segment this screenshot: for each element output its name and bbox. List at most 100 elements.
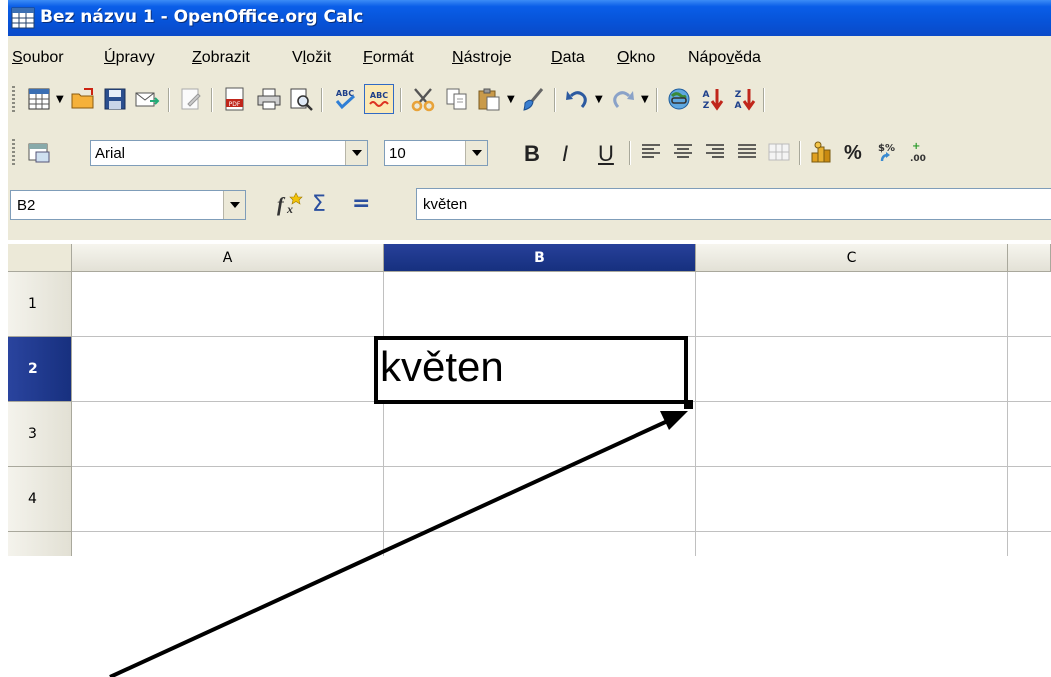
calc-window: Bez názvu 1 - OpenOffice.org Calc Soubor… (8, 0, 1051, 556)
row-header-2[interactable]: 2 (8, 337, 72, 402)
spellcheck-icon[interactable]: ABC (330, 84, 360, 114)
svg-text:ABC: ABC (370, 91, 388, 100)
italic-button[interactable]: I (562, 141, 568, 167)
menu-vlozit[interactable]: Vložit (292, 49, 331, 67)
window-title: Bez názvu 1 - OpenOffice.org Calc (40, 7, 364, 27)
undo-icon[interactable] (562, 84, 592, 114)
styles-formatting-icon[interactable] (24, 137, 54, 167)
menu-data[interactable]: Data (551, 49, 585, 67)
clone-formatting-icon[interactable] (518, 84, 548, 114)
autofill-handle[interactable] (684, 400, 693, 409)
name-box-dropdown-arrow[interactable] (223, 191, 245, 219)
row-header-4[interactable]: 4 (8, 467, 72, 532)
toolbar-separator (400, 88, 402, 112)
copy-icon[interactable] (442, 84, 472, 114)
email-icon[interactable] (132, 84, 162, 114)
new-document-icon[interactable] (24, 84, 54, 114)
svg-text:A: A (735, 101, 742, 111)
grid-line (1007, 272, 1008, 556)
new-dropdown-arrow[interactable]: ▼ (56, 94, 64, 105)
menu-bar: Soubor Úpravy Zobrazit Vložit Formát Nás… (8, 36, 1051, 74)
menu-napoveda[interactable]: Nápověda (688, 49, 761, 67)
justify-icon[interactable] (732, 137, 762, 167)
menu-okno[interactable]: Okno (617, 49, 655, 67)
toolbar-grip[interactable] (12, 139, 15, 165)
open-folder-icon[interactable] (68, 84, 98, 114)
sort-descending-icon[interactable]: ZA (730, 84, 760, 114)
row-number: 1 (28, 296, 37, 312)
edit-file-icon[interactable] (176, 84, 206, 114)
undo-dropdown-arrow[interactable]: ▼ (595, 94, 603, 105)
title-bar[interactable]: Bez názvu 1 - OpenOffice.org Calc (8, 0, 1051, 36)
print-icon[interactable] (254, 84, 284, 114)
redo-dropdown-arrow[interactable]: ▼ (641, 94, 649, 105)
svg-text:PDF: PDF (229, 101, 241, 108)
toolbar-separator (321, 88, 323, 112)
bold-button[interactable]: B (524, 141, 540, 167)
row-header-1[interactable]: 1 (8, 272, 72, 337)
cut-icon[interactable] (408, 84, 438, 114)
menu-nastroje[interactable]: Nástroje (452, 49, 512, 67)
active-cell-b2[interactable]: květen (374, 336, 688, 404)
sum-button[interactable]: Σ (312, 192, 326, 217)
cell-reference: B2 (17, 197, 36, 214)
formula-bar: B2 fx Σ = květen (8, 182, 1051, 240)
row-number: 3 (28, 426, 37, 442)
function-wizard-icon[interactable]: fx (274, 189, 304, 219)
row-number: 2 (28, 361, 38, 377)
align-left-icon[interactable] (636, 137, 666, 167)
toolbar-separator (656, 88, 658, 112)
column-header-d[interactable] (1008, 244, 1051, 272)
standard-toolbar: ▼ PDF ABC ABC ▼ ▼ ▼ A Z Z A (8, 76, 1051, 122)
underline-button[interactable]: U (598, 141, 614, 167)
toolbar-separator (168, 88, 170, 112)
font-name-dropdown-arrow[interactable] (345, 141, 367, 165)
redo-icon[interactable] (608, 84, 638, 114)
menu-soubor[interactable]: Soubor (12, 49, 64, 67)
svg-text:A: A (703, 90, 710, 100)
save-icon[interactable] (100, 84, 130, 114)
row-header-5[interactable] (8, 532, 72, 556)
percent-format-button[interactable]: % (844, 142, 862, 165)
select-all-corner[interactable] (8, 244, 72, 272)
cell-b2-value: květen (380, 343, 504, 390)
paste-icon[interactable] (474, 84, 504, 114)
merge-cells-icon[interactable] (764, 137, 794, 167)
svg-text:+: + (912, 141, 920, 152)
align-right-icon[interactable] (700, 137, 730, 167)
formatting-toolbar: Arial 10 B I U % $% + .00 (8, 129, 1051, 175)
add-decimal-place-icon[interactable]: + .00 (904, 137, 934, 167)
column-header-b[interactable]: B (384, 244, 696, 272)
font-size-combo[interactable]: 10 (384, 140, 488, 166)
paste-dropdown-arrow[interactable]: ▼ (507, 94, 515, 105)
formula-content: květen (423, 196, 468, 213)
autospellcheck-icon[interactable]: ABC (364, 84, 394, 114)
column-header-a[interactable]: A (72, 244, 384, 272)
toolbar-separator (629, 141, 631, 165)
align-center-icon[interactable] (668, 137, 698, 167)
toolbar-separator (554, 88, 556, 112)
menu-zobrazit[interactable]: Zobrazit (192, 49, 250, 67)
svg-text:Z: Z (735, 90, 742, 100)
font-size-dropdown-arrow[interactable] (465, 141, 487, 165)
hyperlink-icon[interactable] (664, 84, 694, 114)
font-size-value: 10 (389, 145, 406, 162)
currency-format-icon[interactable] (806, 137, 836, 167)
svg-text:Z: Z (703, 101, 710, 111)
name-box[interactable]: B2 (10, 190, 246, 220)
export-pdf-icon[interactable]: PDF (220, 84, 250, 114)
print-preview-icon[interactable] (286, 84, 316, 114)
font-name-combo[interactable]: Arial (90, 140, 368, 166)
menu-format[interactable]: Formát (363, 49, 414, 67)
svg-text:f: f (277, 194, 286, 216)
row-header-3[interactable]: 3 (8, 402, 72, 467)
function-button[interactable]: = (352, 191, 370, 216)
toolbar-grip[interactable] (12, 86, 15, 112)
column-header-c[interactable]: C (696, 244, 1008, 272)
grid-line (72, 531, 1051, 532)
toolbar-separator (763, 88, 765, 112)
sort-ascending-icon[interactable]: AZ (698, 84, 728, 114)
menu-upravy[interactable]: Úpravy (104, 49, 155, 67)
formula-input[interactable]: květen (416, 188, 1051, 220)
standard-number-format-icon[interactable]: $% (872, 137, 902, 167)
